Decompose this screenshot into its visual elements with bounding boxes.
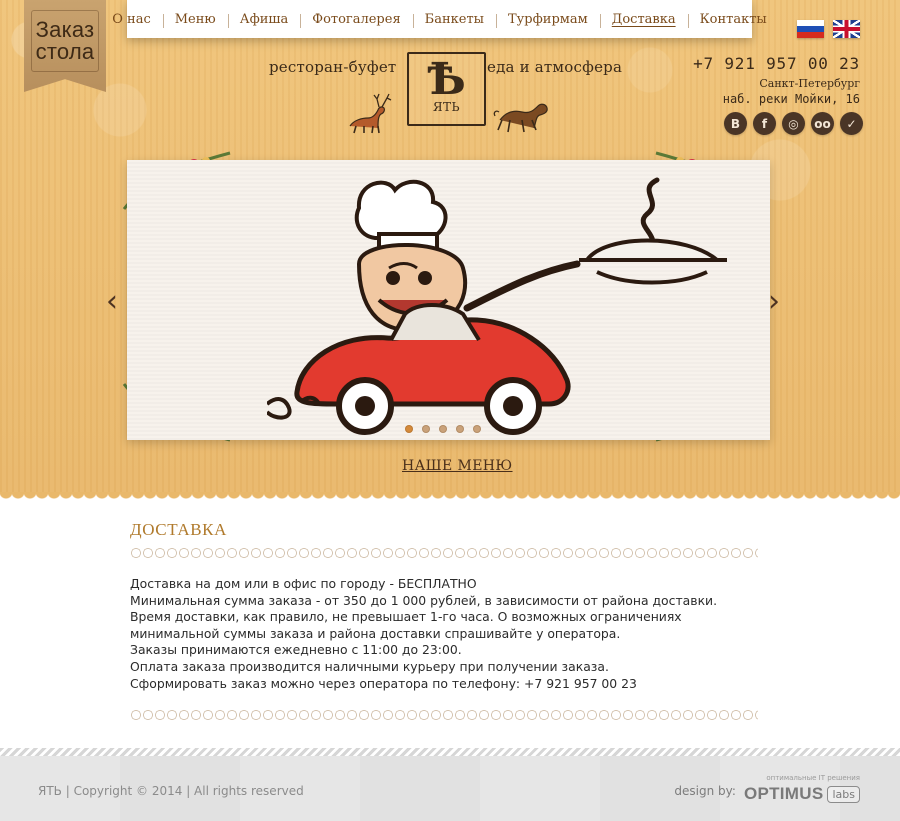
optimus-brand: OPTIMUS labs [744,784,860,804]
nav-item-7[interactable]: Контакты [687,12,779,28]
delivery-line: Доставка на дом или в офис по городу - Б… [130,576,477,591]
table-reservation-ribbon[interactable]: Заказ стола [24,0,106,92]
logo-letter: Ѣ [427,54,466,105]
site-footer: ЯТЬ | Copyright © 2014 | All rights rese… [0,748,900,821]
nav-item-0[interactable]: О нас [100,12,163,27]
vk-icon[interactable]: B [724,112,747,135]
delivery-line: Заказы принимаются ежедневно с 11:00 до … [130,642,462,658]
optimus-word: OPTIMUS [743,784,824,803]
table-reservation-line-2: стола [35,39,95,64]
title-divider [130,548,758,558]
deer-icon [349,93,392,134]
table-reservation-ribbon-inner: Заказ стола [31,10,99,72]
logo-word: ЯТЬ [432,100,461,114]
contact-block: +7 921 957 00 23 Санкт-Петербург наб. ре… [690,54,860,106]
table-reservation-line-1: Заказ [35,17,95,42]
copyright: ЯТЬ | Copyright © 2014 | All rights rese… [38,784,304,798]
slider-dots [405,425,481,433]
main-nav: О нас Меню Афиша Фотогалерея Банкеты Турфирма… [112,0,767,38]
logo[interactable]: Ѣ ЯТЬ [407,52,486,126]
chevron-left-icon[interactable]: ‹ [106,284,118,319]
optimus-tagline: оптимальные IT решения [766,774,860,782]
phone-number[interactable]: +7 921 957 00 23 [690,54,860,73]
our-menu-link[interactable]: НАШЕ МЕНЮ [402,458,513,474]
nav-item-2[interactable]: Афиша [227,12,301,28]
image-slider [127,160,770,440]
foursquare-icon[interactable]: ✓ [840,112,863,135]
flag-uk-icon[interactable] [833,20,860,38]
page-title: ДОСТАВКА [130,520,227,539]
flag-russia-icon[interactable] [797,20,824,38]
delivery-line: Минимальная сумма заказа - от 350 до 1 0… [130,592,718,608]
delivery-line: Сформировать заказ можно через оператора… [130,675,637,691]
chevron-right-icon[interactable]: › [768,284,780,319]
site-header: Заказ стола О нас Меню Афиша Фотогалерея Бан… [0,0,900,502]
main-content: ДОСТАВКА Доставка на дом или в офис по г… [130,520,758,721]
slider-dot[interactable] [456,425,464,433]
nav-item-1[interactable]: Меню [162,12,228,28]
delivery-line: Оплата заказа производится наличными кур… [130,658,609,674]
nav-item-6[interactable]: Доставка [599,12,688,28]
delivery-line: Время доставки, как правило, не превышае… [130,609,682,641]
slider-dot[interactable] [473,425,481,433]
delivery-text: Доставка на дом или в офис по городу - Б… [130,576,758,692]
language-switcher [797,20,861,38]
facebook-icon[interactable]: f [753,112,776,135]
delivery-illustration [267,177,727,435]
nav-item-3[interactable]: Фотогалерея [300,12,412,28]
tripadvisor-icon[interactable]: oo [811,112,834,135]
slider-dot[interactable] [405,425,413,433]
city: Санкт-Петербург [759,77,860,90]
nav-item-4[interactable]: Банкеты [412,12,496,28]
social-links: B f ◎ oo ✓ [723,112,863,135]
slogan-left: ресторан-буфет [269,58,397,76]
slogan-right: еда и атмосфера [487,58,623,76]
optimus-logo[interactable]: оптимальные IT решения OPTIMUS labs [744,774,860,804]
content-divider [130,710,758,721]
optimus-labs-badge: labs [827,785,860,803]
instagram-icon[interactable]: ◎ [782,112,805,135]
slider-dot[interactable] [422,425,430,433]
dog-icon [493,103,548,133]
address: наб. реки Мойки, 16 [722,92,860,106]
designer-credit: design by: оптимальные IT решения OPTIMU… [674,774,860,804]
slider-dot[interactable] [439,425,447,433]
nav-item-5[interactable]: Турфирмам [495,12,600,28]
design-by-label: design by: [674,784,736,798]
